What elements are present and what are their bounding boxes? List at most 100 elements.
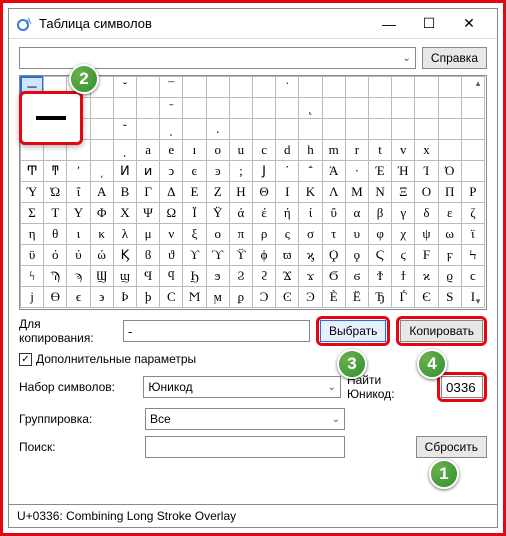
grid-cell[interactable]: Ϋ	[206, 202, 230, 224]
grid-cell[interactable]: Ϩ	[229, 265, 253, 287]
grid-cell[interactable]	[322, 97, 346, 119]
grid-cell[interactable]: ϱ	[438, 265, 462, 287]
grid-cell[interactable]: ͷ	[136, 160, 160, 182]
grid-cell[interactable]: Ά	[322, 160, 346, 182]
grid-cell[interactable]: v	[391, 139, 415, 161]
grid-cell[interactable]	[368, 76, 392, 98]
grid-cell[interactable]	[391, 97, 415, 119]
search-input[interactable]	[145, 436, 345, 458]
grid-cell[interactable]: Ή	[391, 160, 415, 182]
grid-cell[interactable]	[391, 118, 415, 140]
grid-cell[interactable]: Ν	[368, 181, 392, 203]
grid-cell[interactable]: ϣ	[113, 265, 137, 287]
grid-cell[interactable]: Ε	[182, 181, 206, 203]
grid-cell[interactable]: ΅	[298, 160, 322, 182]
grid-cell[interactable]: θ	[43, 223, 67, 245]
grid-cell[interactable]: m	[322, 139, 346, 161]
grid-cell[interactable]: ά	[229, 202, 253, 224]
grid-cell[interactable]	[368, 118, 392, 140]
grid-cell[interactable]: Η	[229, 181, 253, 203]
grid-cell[interactable]	[438, 118, 462, 140]
grid-cell[interactable]: ˉ	[159, 97, 183, 119]
reset-button[interactable]: Сбросить	[416, 436, 487, 458]
grid-cell[interactable]	[252, 97, 276, 119]
grid-cell[interactable]: ¯	[159, 76, 183, 98]
grid-cell[interactable]: c	[252, 139, 276, 161]
grid-cell[interactable]: r	[345, 139, 369, 161]
grouping-dropdown[interactable]: Все⌄	[145, 408, 345, 430]
grid-cell[interactable]: ͅ	[159, 118, 183, 140]
grid-cell[interactable]: Ͼ	[275, 286, 299, 308]
grid-cell[interactable]: π	[229, 223, 253, 245]
grid-cell[interactable]: Φ	[90, 202, 114, 224]
grid-cell[interactable]: Α	[90, 181, 114, 203]
grid-cell[interactable]: ˛	[298, 97, 322, 119]
grid-cell[interactable]: ͼ	[182, 160, 206, 182]
grid-cell[interactable]: h	[298, 139, 322, 161]
help-button[interactable]: Справка	[422, 47, 487, 69]
grid-cell[interactable]: Έ	[368, 160, 392, 182]
grid-cell[interactable]: ΄	[275, 160, 299, 182]
grid-cell[interactable]: ϥ	[159, 265, 183, 287]
grid-cell[interactable]	[345, 76, 369, 98]
grid-cell[interactable]: Μ	[345, 181, 369, 203]
grid-cell[interactable]	[136, 76, 160, 98]
grid-cell[interactable]: μ	[136, 223, 160, 245]
grid-cell[interactable]: ͽ	[206, 160, 230, 182]
grid-cell[interactable]: ξ	[182, 223, 206, 245]
grid-cell[interactable]: ͳ	[43, 160, 67, 182]
grid-cell[interactable]: ϡ	[66, 265, 90, 287]
grid-cell[interactable]: ϯ	[391, 265, 415, 287]
grid-cell[interactable]	[113, 97, 137, 119]
grid-cell[interactable]: ν	[159, 223, 183, 245]
grid-cell[interactable]	[229, 118, 253, 140]
grid-cell[interactable]: λ	[113, 223, 137, 245]
grid-cell[interactable]: ω	[438, 223, 462, 245]
grid-cell[interactable]: δ	[414, 202, 438, 224]
grid-cell[interactable]: Ђ	[368, 286, 392, 308]
grid-cell[interactable]	[229, 76, 253, 98]
grid-cell[interactable]: Υ	[66, 202, 90, 224]
grid-cell[interactable]	[182, 76, 206, 98]
grid-cell[interactable]: ϸ	[136, 286, 160, 308]
grid-cell[interactable]	[275, 97, 299, 119]
grid-cell[interactable]: ό	[43, 244, 67, 266]
grid-cell[interactable]: ·	[345, 160, 369, 182]
grid-cell[interactable]: Ι	[275, 181, 299, 203]
grid-cell[interactable]: Λ	[322, 181, 346, 203]
grid-cell[interactable]: ϵ	[66, 286, 90, 308]
grid-cell[interactable]: Ξ	[391, 181, 415, 203]
grid-cell[interactable]: Ο	[414, 181, 438, 203]
grid-cell[interactable]	[298, 118, 322, 140]
grid-cell[interactable]: Ϯ	[368, 265, 392, 287]
grid-cell[interactable]: ϛ	[391, 244, 415, 266]
grid-cell[interactable]: ϋ	[20, 244, 44, 266]
grid-cell[interactable]: e	[159, 139, 183, 161]
grid-cell[interactable]: ϕ	[252, 244, 276, 266]
maximize-button[interactable]: ☐	[409, 10, 449, 38]
grid-cell[interactable]: τ	[322, 223, 346, 245]
grid-cell[interactable]	[90, 118, 114, 140]
grid-cell[interactable]: ϑ	[159, 244, 183, 266]
grid-cell[interactable]: Κ	[298, 181, 322, 203]
grid-cell[interactable]: Ϙ	[322, 244, 346, 266]
grid-cell[interactable]: ϐ	[136, 244, 160, 266]
grid-cell[interactable]: x	[414, 139, 438, 161]
grid-cell[interactable]	[414, 97, 438, 119]
grid-cell[interactable]: Ϡ	[43, 265, 67, 287]
grid-cell[interactable]	[90, 97, 114, 119]
select-button[interactable]: Выбрать	[320, 320, 386, 342]
grid-cell[interactable]: ϶	[90, 286, 114, 308]
grid-cell[interactable]: d	[275, 139, 299, 161]
grid-cell[interactable]: Τ	[43, 202, 67, 224]
grid-cell[interactable]: ε	[438, 202, 462, 224]
grid-cell[interactable]: ͺ	[113, 139, 137, 161]
grid-cell[interactable]: ή	[275, 202, 299, 224]
grid-cell[interactable]: Ί	[414, 160, 438, 182]
grid-cell[interactable]: η	[20, 223, 44, 245]
grid-cell[interactable]: Ͻ	[252, 286, 276, 308]
grid-cell[interactable]: Ϸ	[113, 286, 137, 308]
grid-cell[interactable]: Ϗ	[113, 244, 137, 266]
grid-cell[interactable]: ϻ	[206, 286, 230, 308]
grid-cell[interactable]: ί	[298, 202, 322, 224]
